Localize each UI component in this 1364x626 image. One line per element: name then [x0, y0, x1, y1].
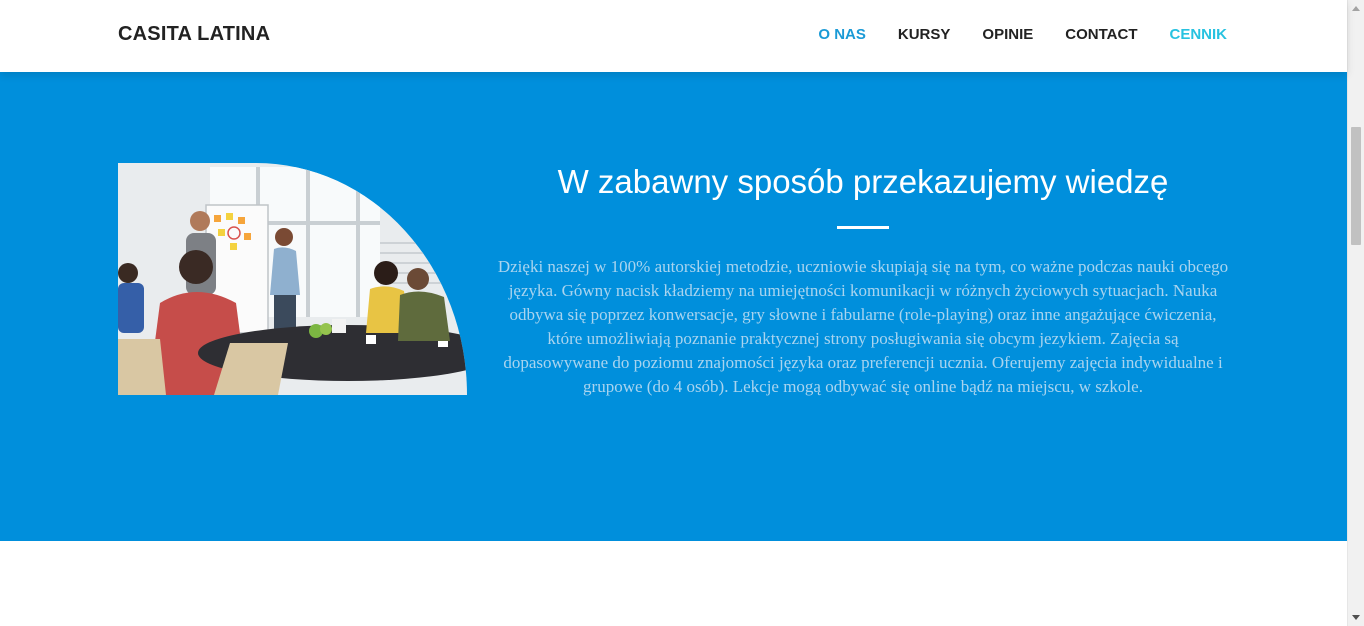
nav-item-o-nas: O NAS	[818, 26, 866, 44]
classroom-photo	[118, 163, 467, 395]
section-title: W zabawny sposób przekazujemy wiedzę	[557, 163, 1169, 200]
nav-item-kursy: KURSY	[898, 26, 951, 44]
section-description: Dzięki naszej w 100% autorskiej metodzie…	[497, 257, 1229, 396]
page-scrollbar[interactable]	[1347, 0, 1364, 626]
nav-item-contact: CONTACT	[1065, 26, 1137, 44]
nav-link-cennik[interactable]: CENNIK	[1169, 26, 1227, 43]
site-logo[interactable]: CASITA LATINA	[118, 23, 270, 46]
about-content: W zabawny sposób przekazujemy wiedzę Dzi…	[497, 160, 1229, 399]
nav-item-opinie: OPINIE	[982, 26, 1033, 44]
nav-link-opinie[interactable]: OPINIE	[982, 26, 1033, 43]
site-header: CASITA LATINA O NAS KURSY OPINIE CONTACT…	[0, 0, 1347, 72]
main-nav: O NAS KURSY OPINIE CONTACT CENNIK	[818, 26, 1227, 44]
nav-link-contact[interactable]: CONTACT	[1065, 26, 1137, 43]
title-divider	[837, 226, 889, 229]
nav-link-o-nas[interactable]: O NAS	[818, 26, 866, 43]
scrollbar-thumb[interactable]	[1351, 127, 1361, 245]
nav-item-cennik: CENNIK	[1169, 26, 1227, 44]
about-section: W zabawny sposób przekazujemy wiedzę Dzi…	[0, 72, 1347, 541]
scroll-down-arrow-icon[interactable]	[1352, 615, 1360, 620]
nav-link-kursy[interactable]: KURSY	[898, 26, 951, 43]
scroll-up-arrow-icon[interactable]	[1352, 6, 1360, 11]
